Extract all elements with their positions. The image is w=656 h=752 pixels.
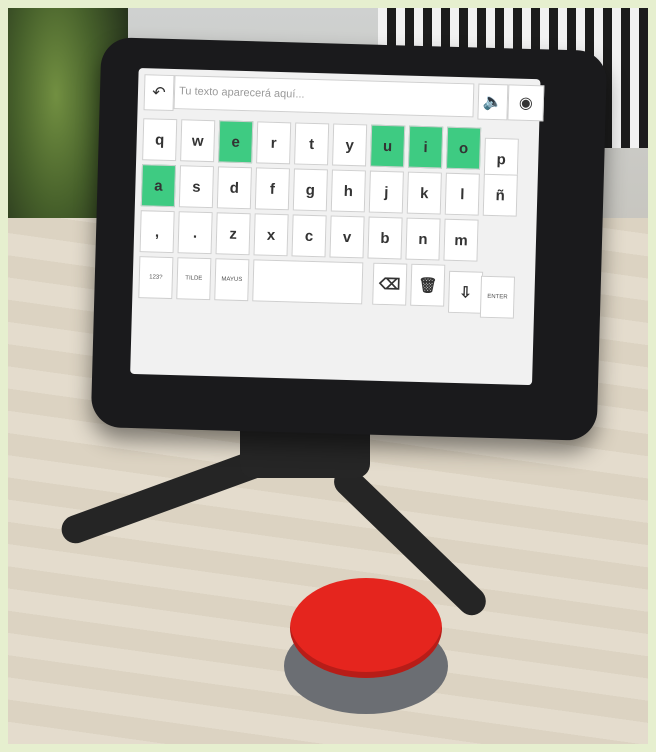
key-a[interactable]: a [140,164,176,208]
key-w[interactable]: w [180,119,216,163]
key-r[interactable]: r [256,121,292,165]
key-numbers[interactable]: 123? [138,256,174,300]
text-bar: ↶ Tu texto aparecerá aquí... 🔈 ◉ [143,74,545,122]
eye-icon[interactable]: ◉ [507,84,545,122]
download-icon[interactable]: ⇩ [447,270,484,314]
text-output-field[interactable]: Tu texto aparecerá aquí... [173,75,475,118]
key-comma[interactable]: , [139,210,175,254]
key-t[interactable]: t [294,122,330,166]
key-g[interactable]: g [292,168,328,212]
key-v[interactable]: v [329,215,365,259]
photo: ↶ Tu texto aparecerá aquí... 🔈 ◉ qwertyu… [8,8,648,744]
key-s[interactable]: s [178,165,214,209]
key-m[interactable]: m [443,218,479,262]
scene: ↶ Tu texto aparecerá aquí... 🔈 ◉ qwertyu… [0,0,656,752]
key-x[interactable]: x [253,213,289,257]
key-ñ[interactable]: ñ [482,173,518,217]
trash-icon[interactable]: 🗑 [410,263,446,307]
key-b[interactable]: b [367,216,403,260]
key-k[interactable]: k [406,171,442,215]
key-c[interactable]: c [291,214,327,258]
tablet: ↶ Tu texto aparecerá aquí... 🔈 ◉ qwertyu… [90,37,608,441]
key-period[interactable]: . [177,211,213,255]
space-bar[interactable] [252,259,364,305]
key-l[interactable]: l [444,172,480,216]
backspace-icon[interactable]: ⌫ [372,262,408,306]
speaker-icon[interactable]: 🔈 [477,83,509,121]
key-j[interactable]: j [368,170,404,214]
key-f[interactable]: f [254,167,290,211]
key-q[interactable]: q [142,118,178,162]
key-i[interactable]: i [408,125,444,169]
key-enter[interactable]: ENTER [479,275,516,319]
key-tilde[interactable]: TILDE [176,257,212,301]
red-switch-button [290,578,442,678]
key-shift[interactable]: MAYUS [214,258,250,302]
key-o[interactable]: o [446,126,482,170]
back-icon[interactable]: ↶ [143,74,175,112]
key-d[interactable]: d [216,166,252,210]
key-u[interactable]: u [370,124,406,168]
key-e[interactable]: e [218,120,254,164]
tablet-screen: ↶ Tu texto aparecerá aquí... 🔈 ◉ qwertyu… [130,68,545,386]
key-n[interactable]: n [405,217,441,261]
key-z[interactable]: z [215,212,251,256]
key-y[interactable]: y [332,123,368,167]
key-h[interactable]: h [330,169,366,213]
